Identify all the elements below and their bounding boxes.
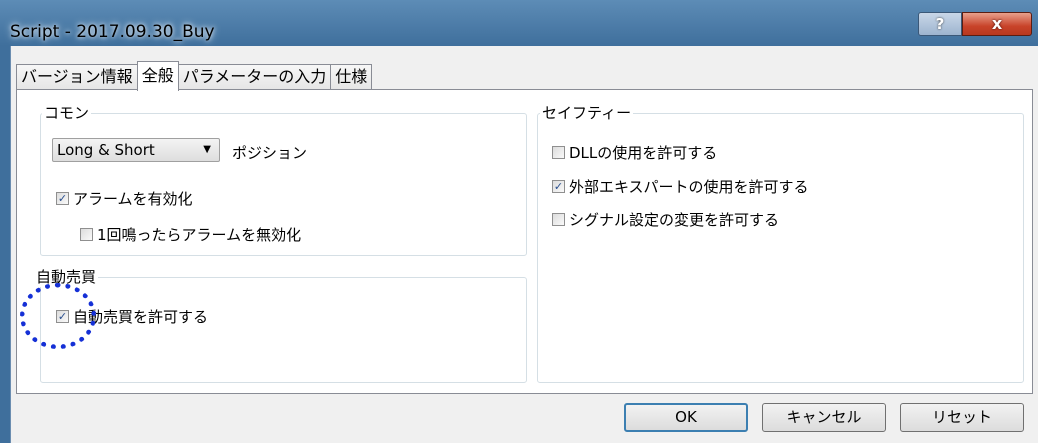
close-button[interactable]: x — [962, 12, 1032, 36]
position-label: ポジション — [232, 144, 308, 162]
allow-signal-change-checkbox[interactable]: シグナル設定の変更を許可する — [552, 209, 779, 230]
tab-version-info[interactable]: バージョン情報 — [16, 64, 138, 90]
checkmark-icon: ✓ — [56, 192, 69, 205]
allow-external-expert-checkbox[interactable]: ✓ 外部エキスパートの使用を許可する — [552, 176, 809, 197]
disable-after-one-label: 1回鳴ったらアラームを無効化 — [97, 226, 302, 244]
safety-group-label: セイフティー — [540, 102, 634, 123]
allow-dll-checkbox[interactable]: DLLの使用を許可する — [552, 142, 717, 163]
reset-button[interactable]: リセット — [900, 403, 1024, 432]
cancel-button[interactable]: キャンセル — [762, 403, 886, 432]
tab-parameters[interactable]: パラメーターの入力 — [177, 64, 332, 90]
position-select-value: Long & Short — [57, 141, 155, 159]
checkbox-box — [552, 213, 565, 226]
window-title: Script - 2017.09.30_Buy — [10, 22, 215, 42]
common-group-label: コモン — [42, 102, 92, 123]
allow-dll-label: DLLの使用を許可する — [569, 144, 718, 162]
allow-signal-change-label: シグナル設定の変更を許可する — [569, 211, 780, 229]
enable-alarm-checkbox[interactable]: ✓ アラームを有効化 — [56, 188, 193, 209]
auto-trading-group — [40, 277, 527, 383]
chevron-down-icon: ▼ — [203, 144, 211, 155]
help-button[interactable]: ? — [918, 12, 962, 36]
tab-strip: バージョン情報 全般 パラメーターの入力 仕様 — [16, 61, 373, 91]
tab-specification[interactable]: 仕様 — [330, 64, 373, 90]
checkmark-icon: ✓ — [552, 180, 565, 193]
checkbox-box — [552, 146, 565, 159]
enable-alarm-label: アラームを有効化 — [73, 190, 193, 208]
ok-button[interactable]: OK — [624, 403, 748, 432]
tab-general[interactable]: 全般 — [136, 61, 179, 91]
title-bar[interactable]: Script - 2017.09.30_Buy ? x — [0, 0, 1038, 46]
position-select[interactable]: Long & Short ▼ — [52, 138, 220, 162]
highlight-circle — [20, 283, 96, 349]
disable-after-one-checkbox[interactable]: 1回鳴ったらアラームを無効化 — [80, 224, 301, 245]
allow-external-expert-label: 外部エキスパートの使用を許可する — [569, 178, 809, 196]
checkbox-box — [80, 228, 93, 241]
